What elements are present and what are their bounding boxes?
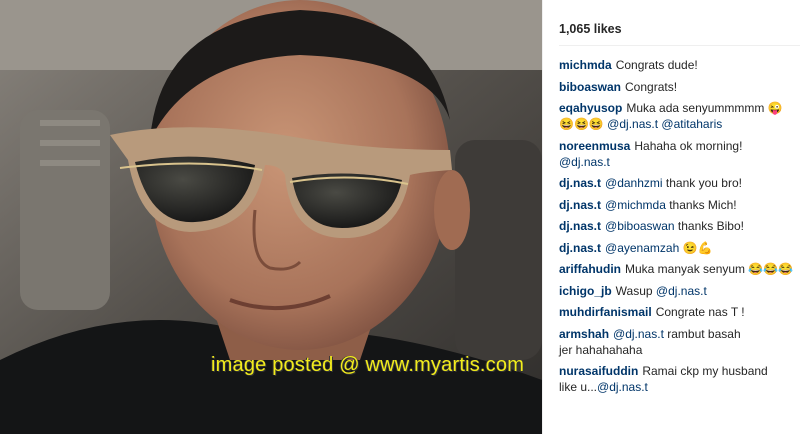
comment-line: ichigo_jb Wasup @dj.nas.t (559, 283, 800, 299)
comment-text: 😆😆😆 (559, 117, 608, 131)
comment-line: like u...@dj.nas.t (559, 379, 800, 395)
comment-username[interactable]: dj.nas.t (559, 198, 601, 212)
comment-username[interactable]: dj.nas.t (559, 241, 601, 255)
mention-link[interactable]: @dj.nas.t (656, 284, 707, 298)
comments-list: michmda Congrats dude! biboaswan Congrats! e… (559, 57, 800, 401)
comment-line: dj.nas.t @danhzmi thank you bro! (559, 175, 800, 191)
comment-text: Muka ada senyummmmm 😜 (626, 101, 783, 115)
comment-text: Wasup (615, 283, 656, 298)
mention-link[interactable]: @biboaswan (605, 219, 675, 233)
mention-link[interactable]: @dj.nas.t (559, 155, 610, 169)
comment-username[interactable]: noreenmusa (559, 139, 630, 153)
comment-text: thanks Bibo! (674, 219, 744, 233)
mention-link[interactable]: @dj.nas.t (597, 380, 648, 394)
comment-item: dj.nas.t @danhzmi thank you bro! (559, 175, 800, 191)
comment-username[interactable]: biboaswan (559, 80, 621, 94)
comment-line: dj.nas.t @ayenamzah 😉💪 (559, 240, 800, 256)
comment-line: dj.nas.t @michmda thanks Mich! (559, 197, 800, 213)
comment-text: Congrats! (625, 79, 678, 94)
likes-count[interactable]: 1,065 likes (559, 22, 622, 36)
comment-username[interactable]: dj.nas.t (559, 219, 601, 233)
mention-link[interactable]: @dj.nas.t (613, 327, 664, 341)
comment-username[interactable]: armshah (559, 327, 609, 341)
comment-username[interactable]: muhdirfanismail (559, 305, 652, 319)
separator (559, 45, 800, 46)
comment-item: ariffahudin Muka manyak senyum 😂😂😂 (559, 261, 800, 277)
post-photo[interactable]: image posted @ www.myartis.com (0, 0, 542, 434)
comment-text: thanks Mich! (665, 197, 737, 212)
comment-text: 😉💪 (679, 240, 713, 255)
comment-item: noreenmusa Hahaha ok morning! @dj.nas.t (559, 138, 800, 170)
comment-line: @dj.nas.t (559, 154, 800, 170)
comment-username[interactable]: nurasaifuddin (559, 364, 638, 378)
comment-line: biboaswan Congrats! (559, 79, 800, 95)
comment-item: biboaswan Congrats! (559, 79, 800, 95)
comment-item: nurasaifuddin Ramai ckp my husband like u.… (559, 363, 800, 395)
comment-line: dj.nas.t @biboaswan thanks Bibo! (559, 218, 800, 234)
comment-text: rambut basah (663, 326, 741, 341)
comment-username[interactable]: eqahyusop (559, 101, 622, 115)
comment-username[interactable]: ariffahudin (559, 262, 621, 276)
comment-text: jer hahahahaha (559, 342, 643, 357)
comment-username[interactable]: dj.nas.t (559, 176, 601, 190)
comment-text: Muka manyak senyum 😂😂😂 (625, 262, 794, 276)
mention-link[interactable]: @ayenamzah (605, 241, 679, 255)
comment-text: Congrats dude! (615, 58, 698, 72)
comments-panel: 1,065 likes michmda Congrats dude! biboasw… (543, 0, 800, 434)
comment-text: thank you bro! (662, 176, 742, 190)
comment-text: like u... (559, 380, 598, 394)
comment-item: muhdirfanismail Congrate nas T ! (559, 304, 800, 320)
comment-username[interactable]: michmda (559, 58, 612, 72)
comment-item: michmda Congrats dude! (559, 57, 800, 73)
comment-item: dj.nas.t @biboaswan thanks Bibo! (559, 218, 800, 234)
comment-text: Hahaha ok morning! (634, 138, 743, 153)
comment-item: ichigo_jb Wasup @dj.nas.t (559, 283, 800, 299)
mention-link[interactable]: @danhzmi (605, 176, 663, 190)
comment-line: noreenmusa Hahaha ok morning! (559, 138, 800, 154)
comment-line: nurasaifuddin Ramai ckp my husband (559, 363, 800, 379)
mention-link[interactable]: @michmda (605, 198, 666, 212)
comment-item: eqahyusop Muka ada senyummmmm 😜 😆😆😆 @dj.na… (559, 100, 800, 132)
comment-line: ariffahudin Muka manyak senyum 😂😂😂 (559, 261, 800, 277)
comment-line: 😆😆😆 @dj.nas.t @atitaharis (559, 116, 800, 132)
comment-line: armshah @dj.nas.t rambut basah (559, 326, 800, 342)
comment-item: dj.nas.t @ayenamzah 😉💪 (559, 240, 800, 256)
comment-item: dj.nas.t @michmda thanks Mich! (559, 197, 800, 213)
comment-line: eqahyusop Muka ada senyummmmm 😜 (559, 100, 800, 116)
comment-username[interactable]: ichigo_jb (559, 284, 612, 298)
comment-text: Ramai ckp my husband (642, 364, 768, 378)
comment-line: jer hahahahaha (559, 342, 800, 358)
comment-text: Congrate nas T ! (655, 305, 745, 319)
comment-item: armshah @dj.nas.t rambut basah jer hahahah… (559, 326, 800, 358)
comment-line: muhdirfanismail Congrate nas T ! (559, 304, 800, 320)
mention-link[interactable]: @dj.nas.t (607, 117, 658, 131)
comment-line: michmda Congrats dude! (559, 57, 800, 73)
watermark-text: image posted @ www.myartis.com (211, 354, 525, 376)
mention-link[interactable]: @atitaharis (661, 117, 722, 131)
